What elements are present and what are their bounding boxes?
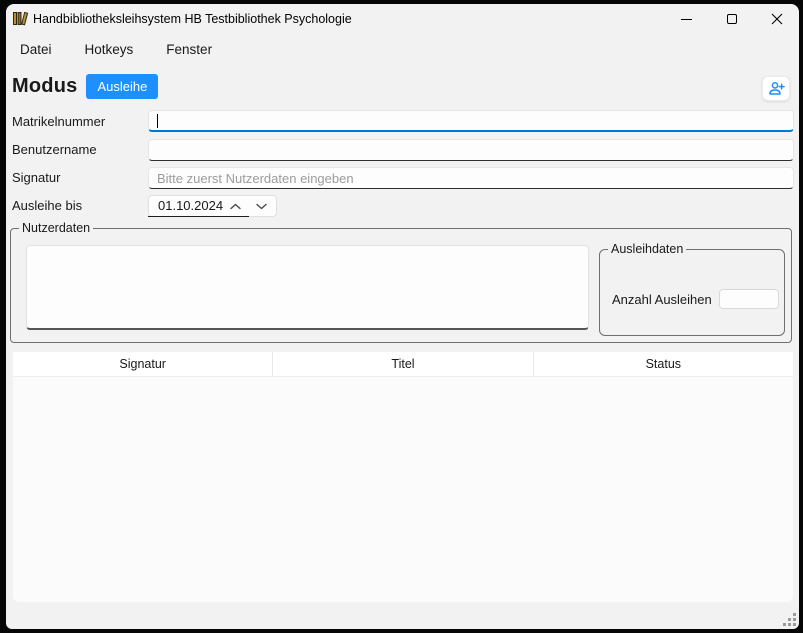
date-underline — [148, 216, 249, 217]
ausleihe-bis-date-picker[interactable]: 01.10.2024 — [148, 195, 277, 217]
title-bar[interactable]: Handbibliotheksleihsystem HB Testbibliot… — [6, 4, 799, 34]
anzahl-ausleihen-input[interactable] — [719, 289, 779, 309]
nutzerdaten-textarea[interactable] — [26, 245, 589, 330]
window-title: Handbibliotheksleihsystem HB Testbibliot… — [33, 4, 352, 34]
date-decrement-button[interactable] — [249, 196, 273, 216]
table-header-signatur[interactable]: Signatur — [13, 352, 272, 376]
menu-datei[interactable]: Datei — [18, 40, 54, 59]
grip-dot — [793, 623, 796, 626]
close-button[interactable] — [754, 4, 799, 34]
grip-dot — [793, 618, 796, 621]
benutzername-label: Benutzername — [12, 139, 97, 161]
minimize-button[interactable] — [664, 4, 709, 34]
matrikelnummer-label: Matrikelnummer — [12, 111, 105, 133]
app-window: Handbibliotheksleihsystem HB Testbibliot… — [6, 4, 799, 629]
grip-dot — [793, 613, 796, 616]
window-controls — [664, 4, 799, 34]
ausleihdaten-groupbox: Ausleihdaten Anzahl Ausleihen — [599, 249, 785, 336]
add-user-button[interactable] — [762, 76, 790, 101]
menu-bar: Datei Hotkeys Fenster — [18, 40, 214, 59]
close-icon — [771, 13, 783, 25]
ausleihdaten-groupbox-label: Ausleihdaten — [608, 242, 686, 257]
benutzername-field[interactable] — [148, 139, 794, 161]
nutzerdaten-groupbox: Nutzerdaten Ausleihdaten Anzahl Ausleihe… — [10, 228, 792, 343]
signatur-label: Signatur — [12, 167, 60, 189]
anzahl-ausleihen-label: Anzahl Ausleihen — [612, 292, 712, 307]
table-header: Signatur Titel Status — [13, 352, 793, 377]
signatur-input[interactable] — [149, 168, 793, 188]
mode-row: Modus Ausleihe — [12, 74, 158, 99]
grip-dot — [788, 618, 791, 621]
resize-grip[interactable] — [783, 613, 797, 627]
matrikelnummer-field[interactable] — [148, 110, 794, 132]
signatur-field[interactable] — [148, 167, 794, 189]
ausleihe-mode-button[interactable]: Ausleihe — [86, 74, 158, 99]
grip-dot — [788, 623, 791, 626]
matrikelnummer-input[interactable] — [149, 111, 793, 130]
benutzername-input[interactable] — [149, 140, 793, 160]
minimize-icon — [681, 19, 692, 20]
person-add-icon — [768, 81, 785, 96]
chevron-up-icon — [230, 203, 241, 210]
maximize-button[interactable] — [709, 4, 754, 34]
maximize-icon — [727, 14, 737, 24]
table-header-status[interactable]: Status — [533, 352, 793, 376]
date-increment-button[interactable] — [223, 196, 247, 216]
nutzerdaten-groupbox-label: Nutzerdaten — [19, 221, 93, 236]
grip-dot — [783, 623, 786, 626]
table-body — [13, 377, 793, 602]
chevron-down-icon — [256, 203, 267, 210]
books-icon — [12, 10, 29, 27]
mode-heading: Modus — [12, 75, 77, 98]
text-caret — [157, 114, 158, 128]
menu-hotkeys[interactable]: Hotkeys — [83, 40, 136, 59]
table-header-titel[interactable]: Titel — [272, 352, 532, 376]
menu-fenster[interactable]: Fenster — [164, 40, 214, 59]
date-value: 01.10.2024 — [158, 196, 223, 216]
ausleihe-bis-label: Ausleihe bis — [12, 195, 82, 217]
